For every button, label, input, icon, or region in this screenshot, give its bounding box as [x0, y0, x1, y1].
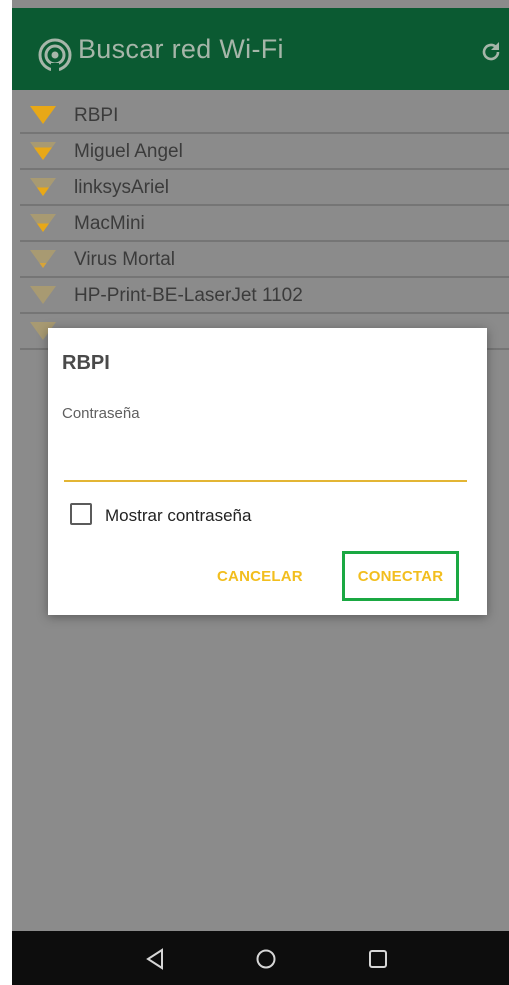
- wifi-signal-icon: [30, 250, 56, 268]
- wifi-signal-icon: [30, 142, 56, 160]
- app-toolbar: Buscar red Wi-Fi: [12, 8, 509, 90]
- password-label: Contraseña: [62, 405, 140, 422]
- back-triangle-icon[interactable]: [144, 948, 166, 970]
- network-name: MacMini: [74, 213, 145, 234]
- dialog-title: RBPI: [62, 352, 110, 374]
- network-name: RBPI: [74, 105, 119, 126]
- toolbar-title: Buscar red Wi-Fi: [78, 34, 284, 64]
- network-name: Miguel Angel: [74, 141, 183, 162]
- cancel-button[interactable]: CANCELAR: [217, 568, 303, 585]
- network-name: linksysAriel: [74, 177, 170, 198]
- wifi-signal-icon: [30, 106, 56, 124]
- show-password-checkbox[interactable]: [70, 503, 92, 525]
- phone-screen: Buscar red Wi-Fi RBPI Miguel Angel links…: [12, 0, 509, 985]
- network-row[interactable]: Miguel Angel: [20, 134, 509, 170]
- password-input[interactable]: [64, 446, 467, 482]
- wifi-signal-icon: [30, 286, 56, 304]
- network-list: RBPI Miguel Angel linksysAriel MacMini V…: [20, 98, 509, 350]
- network-row[interactable]: linksysAriel: [20, 170, 509, 206]
- connect-button[interactable]: CONECTAR: [342, 551, 459, 601]
- network-row[interactable]: RBPI: [20, 98, 509, 134]
- network-row[interactable]: MacMini: [20, 206, 509, 242]
- show-password-label[interactable]: Mostrar contraseña: [105, 506, 251, 526]
- home-circle-icon[interactable]: [255, 948, 277, 970]
- network-name: Virus Mortal: [74, 249, 176, 270]
- network-row[interactable]: HP-Print-BE-LaserJet 1102: [20, 278, 509, 314]
- connect-button-label: CONECTAR: [357, 567, 444, 585]
- wifi-signal-icon: [30, 178, 56, 196]
- wifi-signal-icon: [30, 214, 56, 232]
- refresh-icon[interactable]: [479, 40, 503, 64]
- network-row[interactable]: Virus Mortal: [20, 242, 509, 278]
- recents-square-icon[interactable]: [368, 949, 388, 969]
- wifi-scan-icon: [38, 38, 72, 72]
- network-name: HP-Print-BE-LaserJet 1102: [74, 285, 303, 306]
- system-navbar: [12, 931, 509, 985]
- password-dialog: RBPI Contraseña Mostrar contraseña CANCE…: [48, 328, 487, 615]
